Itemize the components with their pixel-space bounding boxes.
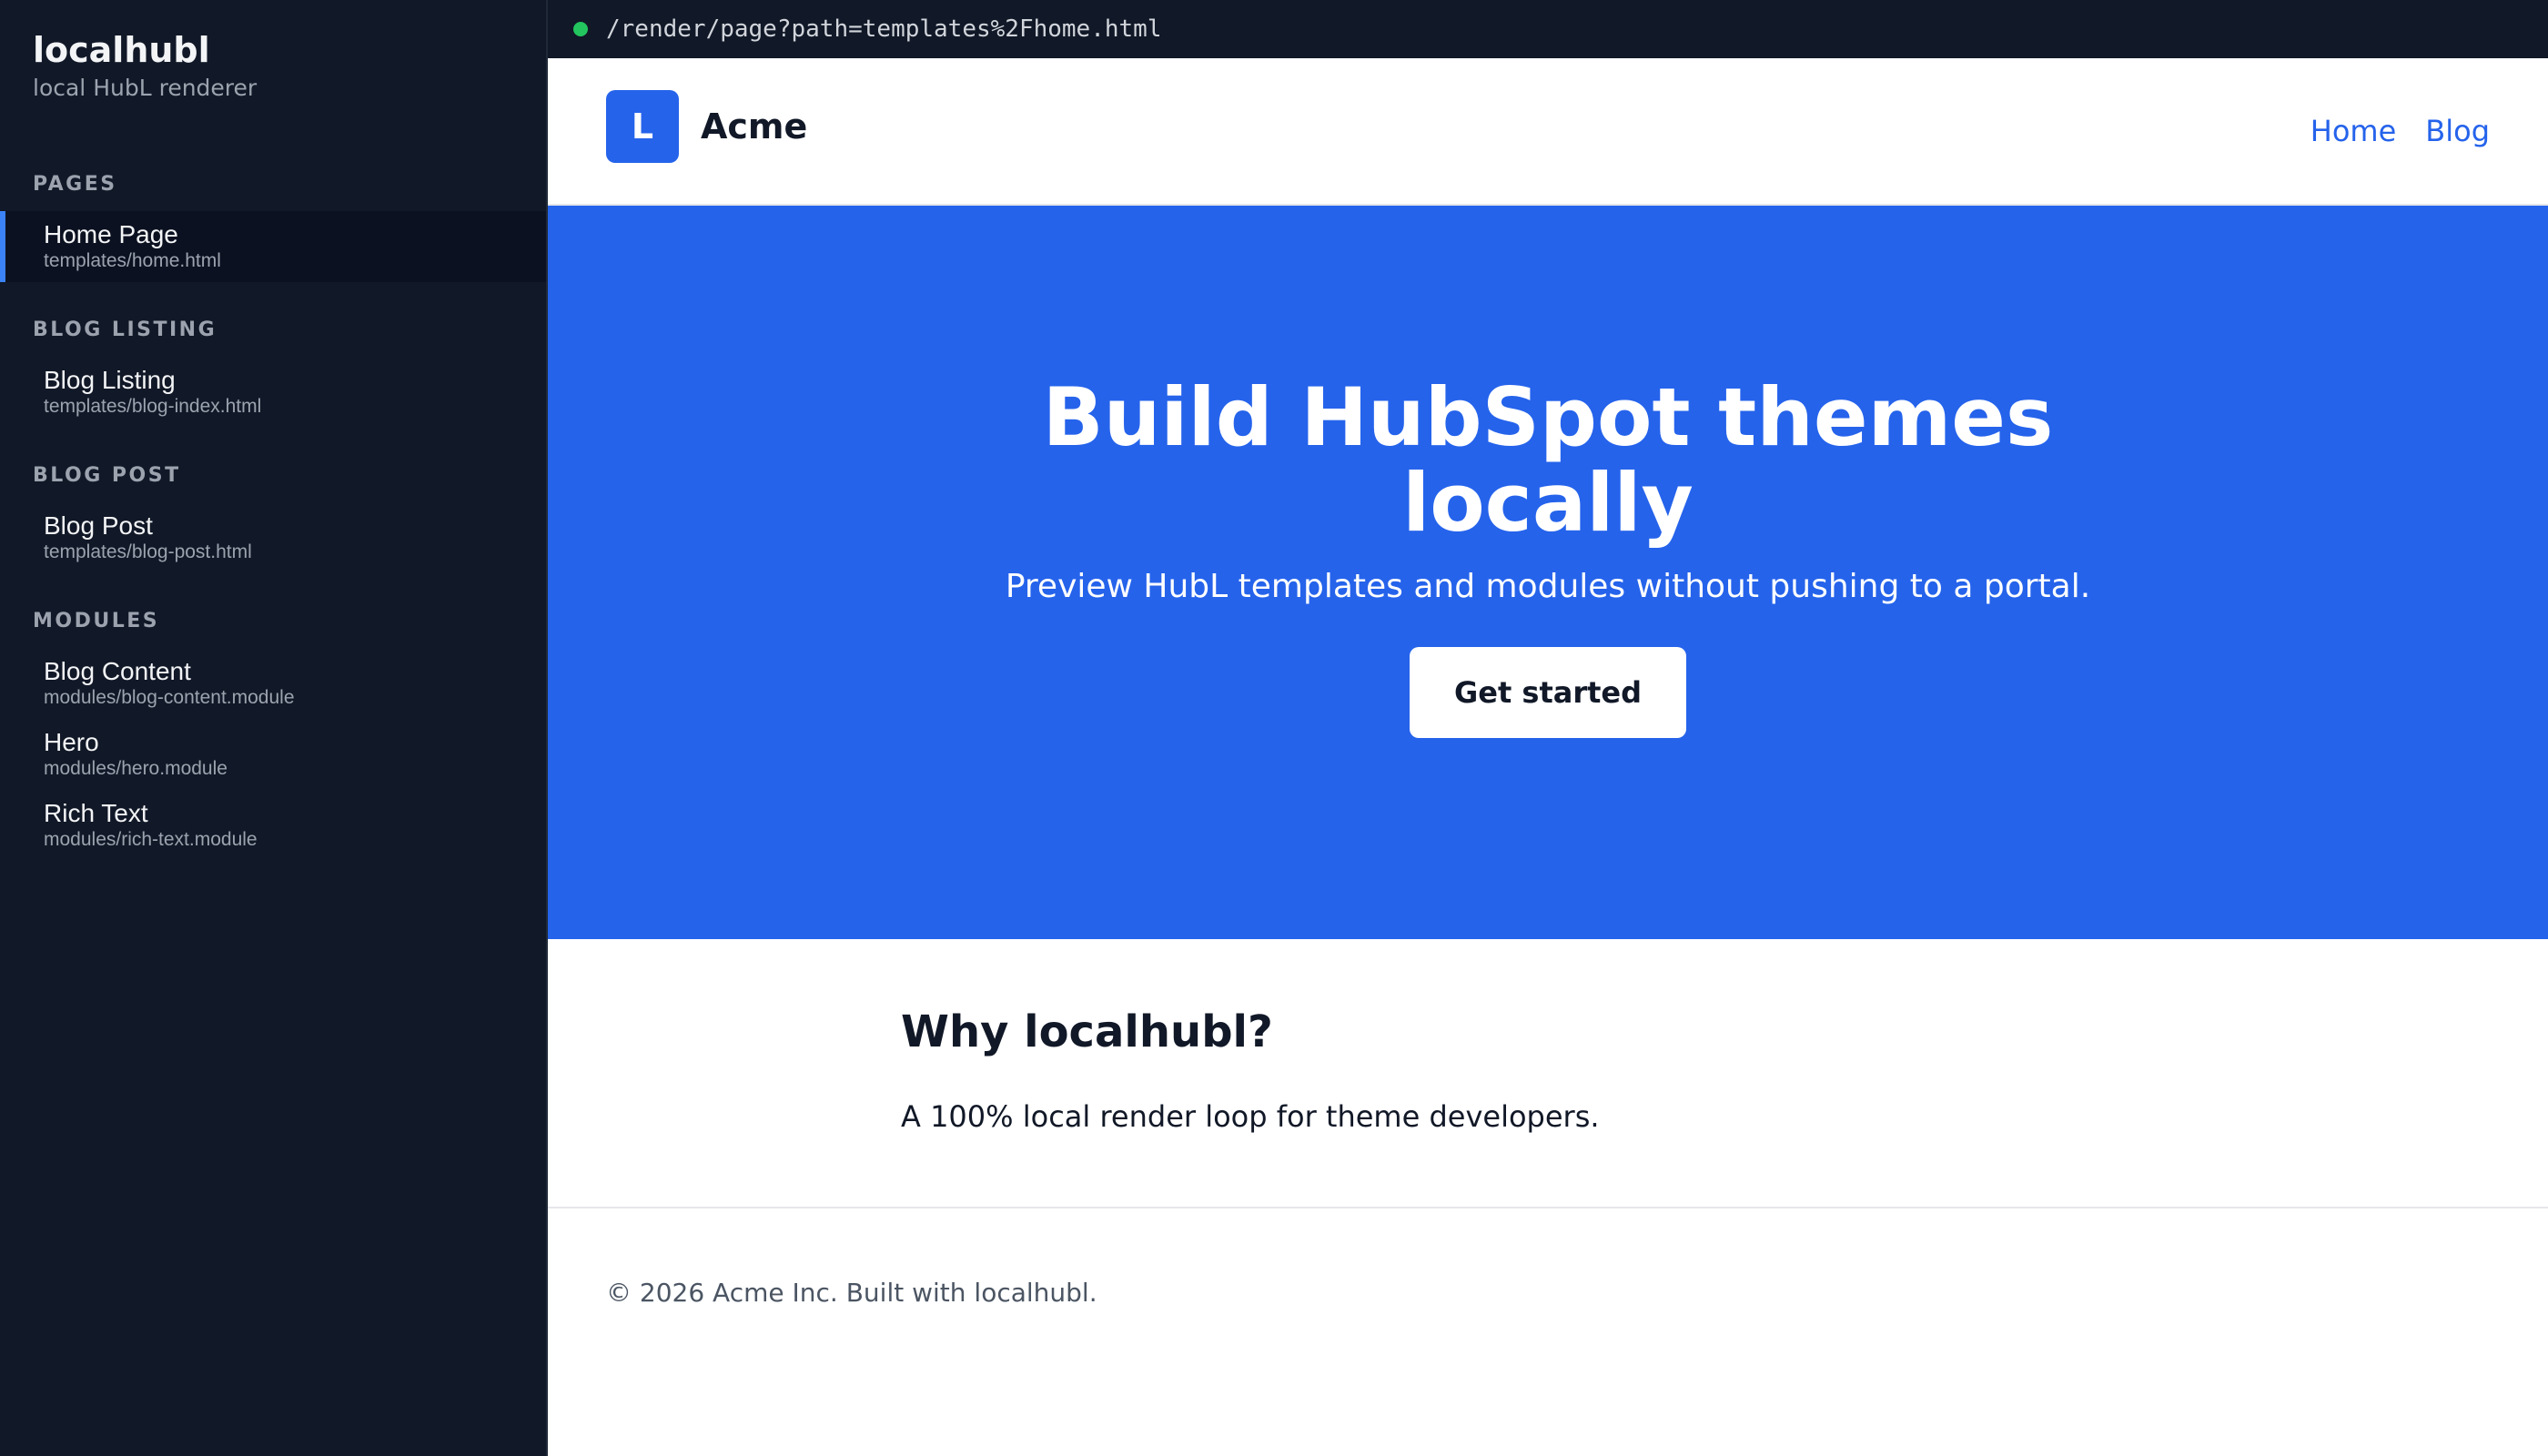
hero-subtitle: Preview HubL templates and modules witho… [1005, 568, 2091, 605]
content-heading: Why localhubl? [901, 1006, 1273, 1057]
preview-pane: /render/page?path=templates%2Fhome.html … [546, 0, 2548, 1456]
site-header: L Acme Home Blog [548, 58, 2548, 206]
sidebar-item-name: Blog Content [44, 657, 191, 685]
section-label-pages: PAGES [33, 173, 117, 196]
nav-link-home[interactable]: Home [2310, 114, 2397, 148]
site-nav: Home Blog [2310, 114, 2490, 148]
sidebar-item-name: Blog Listing [44, 366, 176, 394]
sidebar-item-rich-text[interactable]: Rich Text modules/rich-text.module [0, 790, 546, 861]
sidebar-item-blog-content[interactable]: Blog Content modules/blog-content.module [0, 648, 546, 719]
sidebar-item-name: Home Page [44, 220, 178, 248]
sidebar-item-name: Blog Post [44, 511, 153, 540]
app-subtitle: local HubL renderer [33, 75, 258, 101]
section-label-modules: MODULES [33, 610, 160, 632]
content-body: A 100% local render loop for theme devel… [901, 1099, 1600, 1134]
site-footer: © 2026 Acme Inc. Built with localhubl. [548, 1208, 2548, 1456]
app-root: localhubl local HubL renderer PAGES Home… [0, 0, 2548, 1456]
url-text[interactable]: /render/page?path=templates%2Fhome.html [606, 15, 1161, 43]
site-brand-name: Acme [701, 106, 808, 147]
nav-link-blog[interactable]: Blog [2425, 114, 2490, 148]
sidebar-item-path: modules/rich-text.module [44, 829, 258, 850]
site-logo[interactable]: L Acme [606, 90, 807, 163]
hero-section: Build HubSpot themes locally Preview Hub… [548, 206, 2548, 939]
sidebar: localhubl local HubL renderer PAGES Home… [0, 0, 546, 1456]
footer-text: © 2026 Acme Inc. Built with localhubl. [606, 1278, 1097, 1308]
logo-icon: L [606, 90, 679, 163]
sidebar-item-path: templates/home.html [44, 250, 221, 271]
section-blog-listing: BLOG LISTING Blog Listing templates/blog… [0, 317, 546, 428]
hero-title: Build HubSpot themes locally [1042, 370, 2054, 550]
section-label-blog-post: BLOG POST [33, 464, 181, 487]
section-modules: MODULES Blog Content modules/blog-conten… [0, 608, 546, 861]
content-section: Why localhubl? A 100% local render loop … [548, 939, 2548, 1208]
status-dot-icon [573, 22, 588, 36]
url-bar: /render/page?path=templates%2Fhome.html [548, 0, 2548, 58]
sidebar-item-path: modules/blog-content.module [44, 687, 295, 708]
sidebar-item-path: templates/blog-index.html [44, 396, 262, 417]
sidebar-brand: localhubl local HubL renderer [0, 0, 546, 104]
section-pages: PAGES Home Page templates/home.html [0, 171, 546, 282]
sidebar-item-path: modules/hero.module [44, 758, 228, 779]
sidebar-item-blog-listing[interactable]: Blog Listing templates/blog-index.html [0, 357, 546, 428]
sidebar-item-blog-post[interactable]: Blog Post templates/blog-post.html [0, 502, 546, 573]
section-label-blog-listing: BLOG LISTING [33, 318, 217, 341]
get-started-button[interactable]: Get started [1410, 647, 1686, 738]
app-title: localhubl [33, 30, 210, 70]
sidebar-item-name: Hero [44, 728, 99, 756]
section-blog-post: BLOG POST Blog Post templates/blog-post.… [0, 462, 546, 573]
sidebar-item-name: Rich Text [44, 799, 148, 827]
sidebar-item-home-page[interactable]: Home Page templates/home.html [0, 211, 546, 282]
sidebar-item-path: templates/blog-post.html [44, 541, 252, 562]
sidebar-item-hero[interactable]: Hero modules/hero.module [0, 719, 546, 790]
